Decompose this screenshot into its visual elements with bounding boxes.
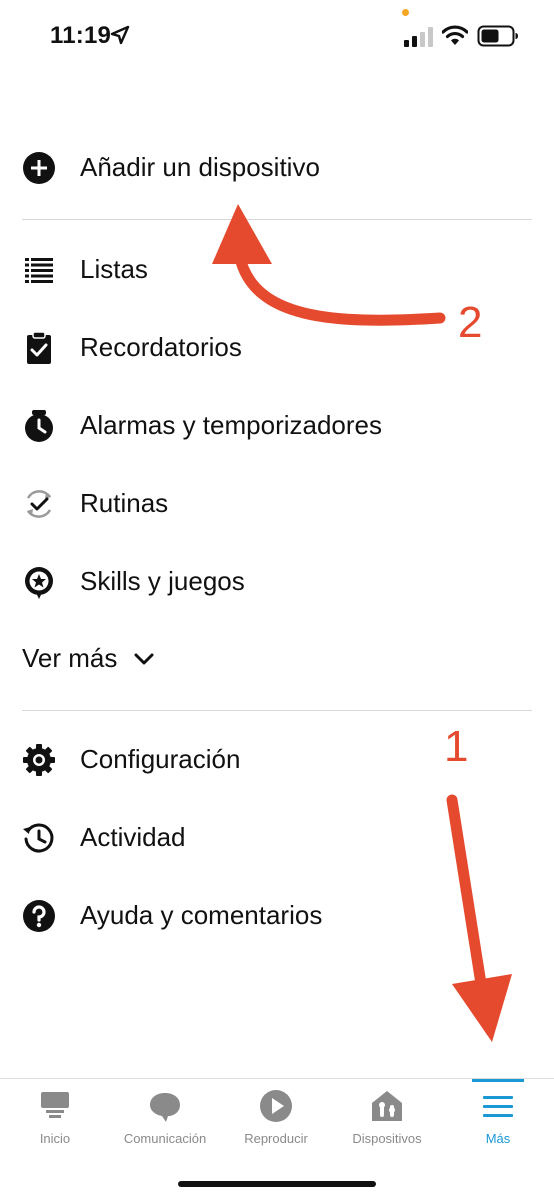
annotation-arrowhead-1 (452, 974, 512, 1042)
tab-play[interactable]: Reproducir (221, 1079, 331, 1159)
tab-label: Comunicación (123, 1131, 207, 1146)
menu-item-label: Recordatorios (80, 332, 242, 362)
menu-item-label: Ayuda y comentarios (80, 900, 323, 930)
chevron-down-icon (134, 653, 154, 665)
alarm-clock-icon (25, 410, 53, 442)
menu-item-label: Actividad (80, 822, 186, 852)
add-device-item[interactable]: Añadir un dispositivo (0, 136, 554, 198)
menu-item-help[interactable]: Ayuda y comentarios (0, 884, 554, 946)
menu-item-label: Listas (80, 254, 148, 284)
history-icon (23, 823, 54, 853)
menu-item-label: Rutinas (80, 488, 169, 518)
tab-label: Reproducir (244, 1131, 308, 1146)
devices-house-icon (372, 1091, 402, 1121)
tab-more[interactable]: Más (443, 1079, 553, 1159)
menu-item-label: Skills y juegos (80, 566, 245, 596)
list-icon (25, 258, 53, 283)
divider (22, 710, 532, 711)
hamburger-menu-icon (483, 1096, 513, 1117)
annotation-step-2: 2 (458, 298, 483, 347)
routine-cycle-icon (26, 490, 52, 518)
wifi-icon (442, 25, 468, 45)
menu-item-label: Configuración (80, 744, 241, 774)
status-time: 11:19 (50, 22, 112, 49)
menu-item-routines[interactable]: Rutinas (0, 472, 554, 534)
home-indicator (178, 1181, 376, 1187)
add-circle-icon (23, 152, 55, 184)
active-tab-indicator (472, 1079, 524, 1082)
gear-icon (23, 744, 55, 776)
cellular-signal-icon (404, 27, 433, 47)
home-icon (41, 1092, 69, 1118)
tab-devices[interactable]: Dispositivos (332, 1079, 442, 1159)
divider (22, 219, 532, 220)
see-more-label: Ver más (22, 643, 118, 673)
tab-label: Dispositivos (352, 1131, 422, 1146)
clipboard-check-icon (27, 331, 51, 364)
menu-item-lists[interactable]: Listas (0, 238, 554, 300)
help-icon (23, 900, 55, 932)
tab-label: Inicio (39, 1131, 71, 1146)
menu-item-settings[interactable]: Configuración (0, 728, 554, 790)
tab-home[interactable]: Inicio (0, 1079, 110, 1159)
see-more-button[interactable]: Ver más (22, 640, 154, 680)
menu-item-alarms[interactable]: Alarmas y temporizadores (0, 394, 554, 456)
tab-label: Más (485, 1131, 511, 1146)
battery-icon (477, 25, 518, 47)
play-icon (260, 1090, 292, 1122)
privacy-indicator-dot (402, 9, 409, 16)
skills-star-icon (25, 567, 53, 599)
location-arrow-icon (110, 25, 130, 45)
status-bar: 11:19 (0, 0, 554, 70)
chat-bubble-icon (150, 1093, 180, 1122)
menu-item-activity[interactable]: Actividad (0, 806, 554, 868)
annotation-step-1: 1 (444, 722, 469, 771)
menu-item-label: Alarmas y temporizadores (80, 410, 382, 440)
menu-item-skills[interactable]: Skills y juegos (0, 550, 554, 612)
tab-communication[interactable]: Comunicación (110, 1079, 220, 1159)
add-device-label: Añadir un dispositivo (80, 152, 320, 182)
